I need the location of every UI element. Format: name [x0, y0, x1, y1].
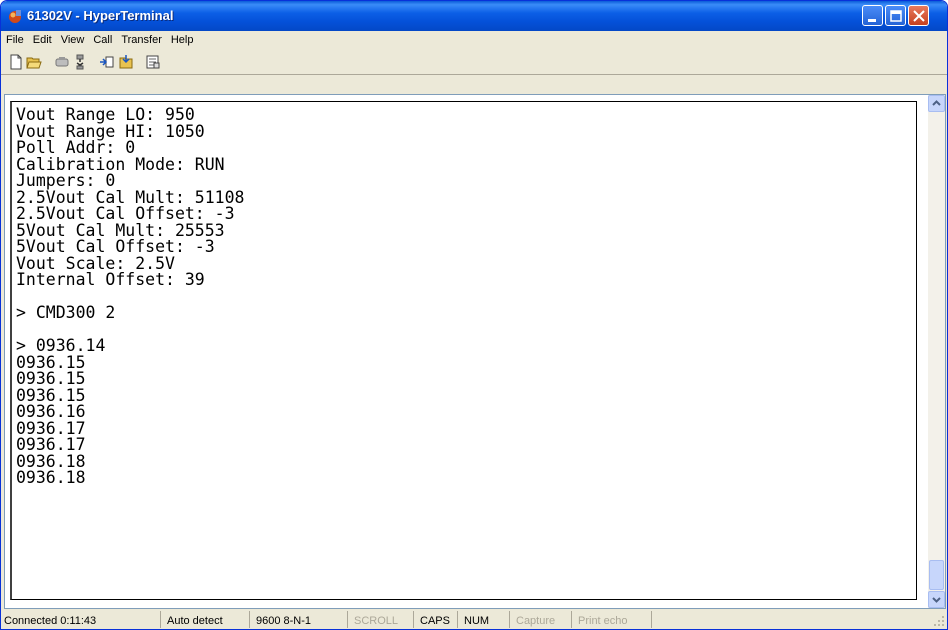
resize-grip-icon[interactable]	[933, 615, 945, 627]
terminal-line: > CMD300 2	[16, 303, 116, 322]
open-icon[interactable]	[26, 54, 42, 70]
menu-edit[interactable]: Edit	[28, 31, 56, 46]
menu-bar: File Edit View Call Transfer Help	[1, 31, 947, 50]
scroll-down-button[interactable]	[928, 591, 945, 608]
menu-transfer[interactable]: Transfer	[116, 31, 166, 46]
toolbar	[1, 50, 947, 75]
scrollbar-thumb[interactable]	[929, 560, 944, 590]
menu-view[interactable]: View	[56, 31, 89, 46]
status-caps: CAPS	[413, 611, 450, 628]
menu-file[interactable]: File	[1, 31, 28, 46]
terminal-output: Vout Range LO: 950 Vout Range HI: 1050 P…	[16, 106, 244, 487]
properties-icon[interactable]	[145, 54, 161, 70]
scroll-up-button[interactable]	[928, 95, 945, 112]
new-icon[interactable]	[8, 54, 24, 70]
minimize-button[interactable]	[862, 5, 883, 26]
terminal-area[interactable]: Vout Range LO: 950 Vout Range HI: 1050 P…	[4, 94, 946, 609]
receive-icon[interactable]	[118, 54, 134, 70]
maximize-button[interactable]	[885, 5, 906, 26]
status-scroll: SCROLL	[347, 611, 398, 628]
status-capture: Capture	[509, 611, 555, 628]
status-bar: Connected 0:11:43 Auto detect 9600 8-N-1…	[1, 608, 947, 629]
chevron-up-icon	[932, 100, 941, 106]
terminal-line: Internal Offset: 39	[16, 270, 205, 289]
close-button[interactable]	[908, 5, 929, 26]
status-num: NUM	[457, 611, 489, 628]
terminal-line: 0936.18	[16, 468, 86, 487]
close-icon	[913, 10, 925, 22]
hyperterminal-icon	[9, 10, 21, 23]
title-bar[interactable]: 61302V - HyperTerminal	[1, 1, 947, 31]
status-settings: 9600 8-N-1	[249, 611, 311, 628]
minimize-icon	[868, 19, 876, 22]
status-connected: Connected 0:11:43	[4, 615, 97, 627]
maximize-icon	[890, 10, 902, 22]
vertical-scrollbar[interactable]	[928, 95, 945, 608]
send-icon[interactable]	[99, 54, 115, 70]
disconnect-icon[interactable]	[72, 54, 88, 70]
menu-call[interactable]: Call	[88, 31, 116, 46]
connect-icon[interactable]	[54, 54, 70, 70]
status-detect: Auto detect	[160, 611, 223, 628]
status-empty-pane	[651, 611, 941, 628]
window-title: 61302V - HyperTerminal	[27, 8, 174, 23]
status-print-echo: Print echo	[571, 611, 628, 628]
hyperterminal-window: 61302V - HyperTerminal File Edit View Call T…	[0, 0, 948, 630]
chevron-down-icon	[932, 597, 941, 603]
menu-help[interactable]: Help	[166, 31, 198, 46]
terminal-screen[interactable]: Vout Range LO: 950 Vout Range HI: 1050 P…	[10, 101, 917, 600]
